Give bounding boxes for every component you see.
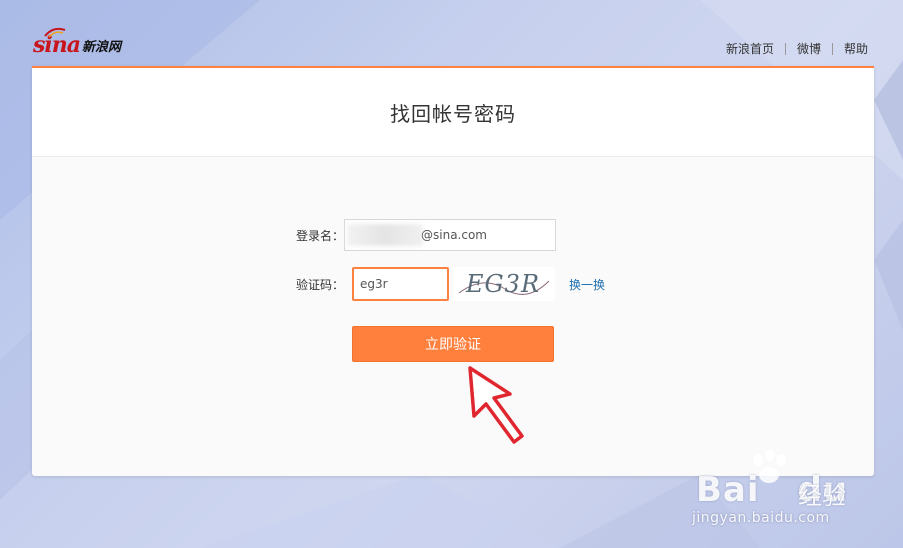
sina-logo[interactable]: sina 新浪网 xyxy=(33,27,122,56)
captcha-image-text: EG3R xyxy=(465,270,540,298)
page-title: 找回帐号密码 xyxy=(390,101,516,126)
login-row: 登录名： @sina.com xyxy=(32,218,874,252)
watermark-cn: 经验 xyxy=(798,482,846,510)
captcha-image[interactable]: EG3R xyxy=(453,267,555,301)
nav-weibo[interactable]: 微博 xyxy=(786,40,832,57)
annotation-arrow-icon xyxy=(468,366,524,444)
refresh-captcha-link[interactable]: 换一换 xyxy=(569,276,605,293)
login-name-field[interactable]: @sina.com xyxy=(344,219,556,251)
captcha-label: 验证码： xyxy=(296,277,345,292)
captcha-row: 验证码： eg3r EG3R 换一换 xyxy=(32,267,874,301)
login-domain-suffix: @sina.com xyxy=(421,228,487,242)
logo-cn-text: 新浪网 xyxy=(82,40,122,55)
verify-button[interactable]: 立即验证 xyxy=(352,326,554,362)
login-label: 登录名： xyxy=(296,228,345,243)
nav-help[interactable]: 帮助 xyxy=(833,40,868,57)
top-nav: 新浪首页 微博 帮助 xyxy=(715,40,868,57)
recover-password-card: 找回帐号密码 登录名： @sina.com 验证码： eg3r EG3R 换一换… xyxy=(32,66,874,476)
card-header: 找回帐号密码 xyxy=(32,68,874,157)
page-header: sina 新浪网 新浪首页 微博 帮助 xyxy=(0,0,903,66)
watermark-url: jingyan.baidu.com xyxy=(692,510,830,526)
baidu-jingyan-watermark: Bai du 经验 jingyan.baidu.com xyxy=(690,450,890,540)
redacted-username xyxy=(347,224,423,246)
captcha-input[interactable]: eg3r xyxy=(352,267,449,301)
nav-sina-home[interactable]: 新浪首页 xyxy=(715,40,785,57)
sina-eye-icon xyxy=(44,27,66,38)
